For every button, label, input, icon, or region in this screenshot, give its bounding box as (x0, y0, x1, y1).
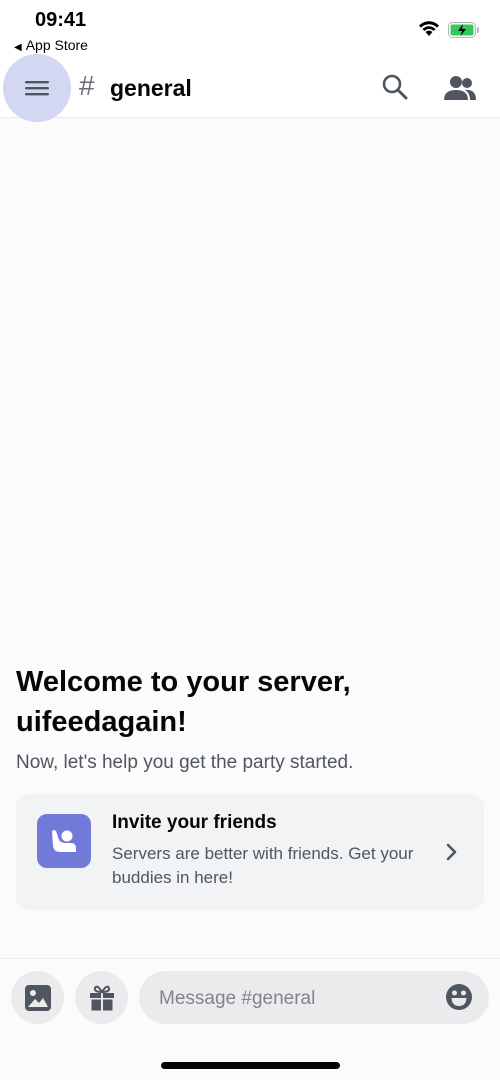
members-icon (444, 76, 476, 100)
battery-charging-icon (448, 22, 480, 43)
back-to-app-store[interactable]: ◀ App Store (14, 37, 88, 53)
search-icon (382, 74, 408, 100)
search-button[interactable] (380, 72, 410, 107)
wifi-icon (418, 20, 440, 41)
message-input[interactable] (157, 971, 431, 1026)
chevron-right-icon (444, 842, 460, 867)
channel-header: # general (0, 54, 500, 122)
welcome-title: Welcome to your server, uifeedagain! (16, 666, 351, 738)
status-time: 09:41 (35, 9, 87, 31)
upload-image-button[interactable] (11, 971, 64, 1024)
invite-icon-tile (37, 814, 91, 868)
wave-user-icon (52, 830, 76, 852)
hamburger-menu-icon (25, 81, 49, 96)
invite-title: Invite your friends (112, 812, 277, 833)
home-indicator[interactable] (161, 1062, 340, 1069)
members-button[interactable] (443, 74, 477, 107)
invite-friends-card[interactable]: Invite your friends Servers are better w… (16, 794, 484, 910)
back-app-label: App Store (25, 37, 88, 53)
emoji-icon (446, 984, 472, 1010)
status-bar: 09:41 ◀ App Store (0, 0, 500, 60)
channel-title: general (110, 75, 192, 101)
back-arrow-icon: ◀ (14, 42, 22, 53)
menu-button[interactable] (3, 54, 71, 122)
invite-description: Servers are better with friends. Get you… (112, 844, 414, 887)
gift-icon (89, 985, 114, 1010)
channel-hash-icon: # (79, 70, 95, 101)
gift-button[interactable] (75, 971, 128, 1024)
image-icon (24, 984, 51, 1011)
message-input-container (139, 971, 489, 1026)
emoji-button[interactable] (445, 983, 473, 1016)
welcome-subtitle: Now, let's help you get the party starte… (16, 752, 354, 773)
message-composer (0, 958, 500, 1039)
